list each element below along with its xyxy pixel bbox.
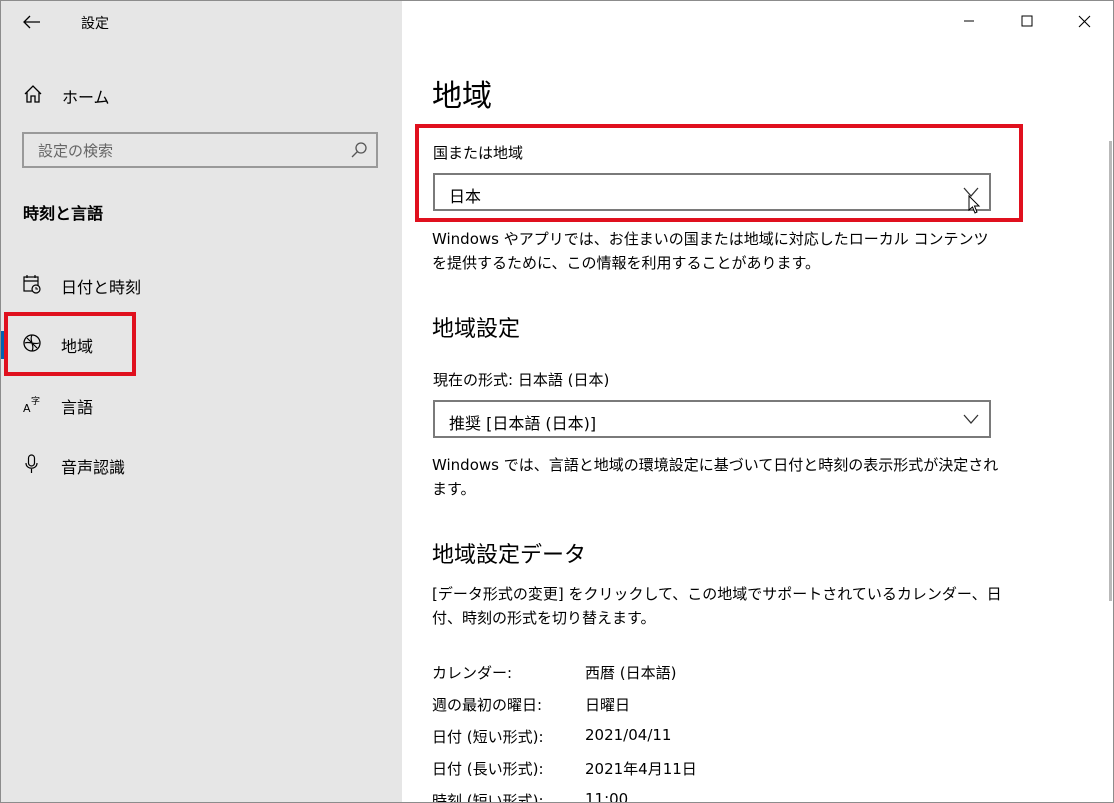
scrollbar[interactable]: [1109, 141, 1112, 601]
sidebar-item-date-time[interactable]: 日付と時刻: [1, 262, 402, 306]
country-label: 国または地域: [433, 144, 524, 162]
close-button[interactable]: [1066, 5, 1102, 37]
first-day-key: 週の最初の曜日:: [432, 696, 543, 714]
search-icon[interactable]: [350, 141, 368, 159]
country-description: Windows やアプリでは、お住まいの国または地域に対応したローカル コンテン…: [432, 230, 989, 272]
short-date-key: 日付 (短い形式):: [432, 728, 544, 746]
long-date-value: 2021年4月11日: [585, 760, 697, 778]
first-day-value: 日曜日: [585, 696, 631, 714]
sidebar-item-label: 地域: [61, 337, 94, 356]
search-input[interactable]: [24, 134, 360, 168]
calendar-key: カレンダー:: [432, 664, 513, 682]
sidebar-item-label: 日付と時刻: [61, 278, 142, 297]
back-arrow-icon: [23, 15, 40, 29]
sidebar-item-language[interactable]: A 字 言語: [1, 382, 402, 426]
nav-home-label: ホーム: [62, 88, 110, 107]
calendar-clock-icon: [23, 275, 41, 294]
svg-text:A: A: [23, 402, 31, 414]
short-time-key: 時刻 (短い形式):: [432, 792, 544, 803]
short-time-value: 11:00: [585, 790, 629, 803]
section-title: 時刻と言語: [23, 204, 104, 223]
language-icon: A 字: [23, 395, 40, 414]
chevron-down-icon: [963, 414, 979, 424]
country-dropdown[interactable]: 日本: [433, 173, 991, 214]
regional-format-value: 推奨 [日本語 (日本)]: [449, 414, 597, 433]
sidebar-item-label: 言語: [61, 398, 94, 417]
minimize-button[interactable]: [951, 5, 987, 37]
regional-format-heading: 地域設定: [432, 317, 521, 342]
format-data-description: [データ形式の変更] をクリックして、この地域でサポートされているカレンダー、日…: [432, 585, 1002, 627]
sidebar-item-region[interactable]: 地域: [1, 321, 402, 365]
microphone-icon: [25, 454, 38, 473]
svg-text:字: 字: [31, 395, 40, 407]
sidebar: 設定 ホーム 時刻と言語 日付と時刻: [1, 1, 402, 802]
calendar-value: 西暦 (日本語): [585, 664, 677, 682]
settings-search[interactable]: [22, 132, 378, 168]
maximize-icon: [1021, 15, 1033, 27]
long-date-key: 日付 (長い形式):: [432, 760, 544, 778]
page-title: 地域: [432, 79, 492, 114]
regional-format-dropdown[interactable]: 推奨 [日本語 (日本)]: [433, 400, 991, 438]
mouse-cursor-icon: [968, 195, 981, 214]
app-title: 設定: [81, 16, 109, 32]
close-icon: [1078, 15, 1090, 27]
country-dropdown-value: 日本: [449, 187, 482, 206]
settings-window: 設定 ホーム 時刻と言語 日付と時刻: [0, 0, 1114, 803]
back-button[interactable]: [17, 9, 47, 35]
nav-home[interactable]: ホーム: [1, 77, 402, 111]
sidebar-item-speech[interactable]: 音声認識: [1, 442, 402, 486]
sidebar-item-label: 音声認識: [61, 458, 126, 477]
home-icon: [24, 85, 42, 103]
short-date-value: 2021/04/11: [585, 726, 672, 744]
current-format-label: 現在の形式: 日本語 (日本): [433, 371, 610, 389]
minimize-icon: [964, 20, 974, 22]
maximize-button[interactable]: [1009, 5, 1045, 37]
regional-format-description: Windows では、言語と地域の環境設定に基づいて日付と時刻の表示形式が決定さ…: [432, 456, 999, 498]
format-data-heading: 地域設定データ: [432, 543, 587, 568]
globe-icon: [23, 334, 41, 352]
